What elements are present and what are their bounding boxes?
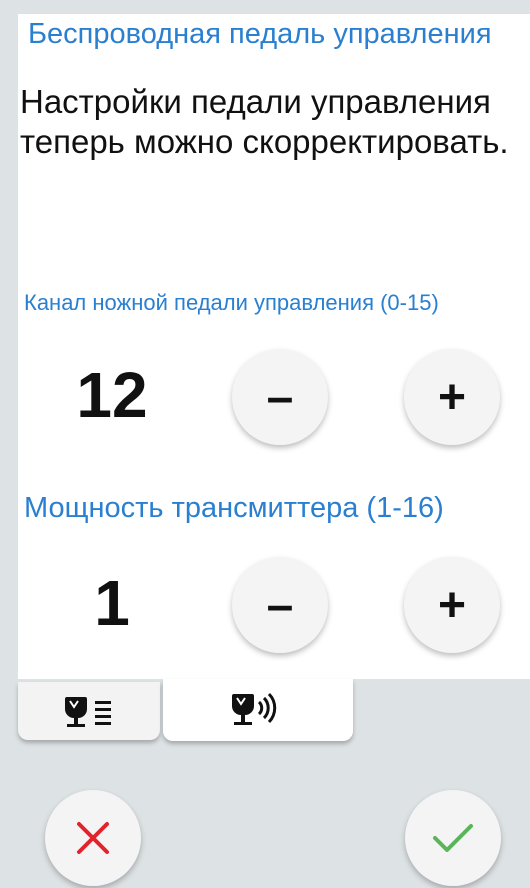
channel-label: Канал ножной педали управления (0-15): [24, 290, 439, 315]
pedal-wireless-icon: [232, 692, 277, 725]
channel-increase-button[interactable]: +: [404, 349, 500, 445]
confirm-button[interactable]: [405, 790, 501, 886]
power-label: Мощность трансмиттера (1-16): [24, 492, 444, 524]
check-icon: [433, 824, 473, 852]
channel-value: 12: [76, 359, 148, 431]
tab-pedal-settings[interactable]: [18, 682, 160, 740]
cancel-button[interactable]: [45, 790, 141, 886]
pedal-list-icon: [65, 697, 111, 727]
intro-text: Настройки педали управления теперь можно…: [20, 83, 509, 160]
power-decrease-button[interactable]: –: [232, 557, 328, 653]
close-icon: [77, 822, 109, 854]
power-increase-button[interactable]: +: [404, 557, 500, 653]
power-value: 1: [94, 567, 130, 639]
tab-wireless[interactable]: [163, 679, 353, 741]
channel-decrease-button[interactable]: –: [232, 349, 328, 445]
page-title: Беспроводная педаль управления: [28, 18, 492, 50]
